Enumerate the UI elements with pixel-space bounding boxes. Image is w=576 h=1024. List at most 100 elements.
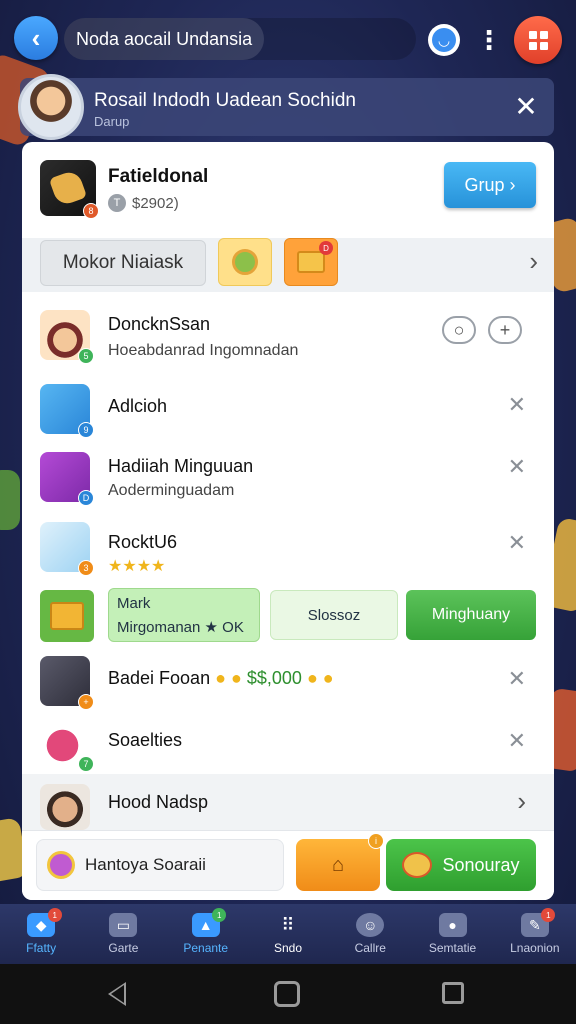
safe-icon: + xyxy=(40,656,94,710)
nav-item-ffatty[interactable]: ◆ 1 Ffatty xyxy=(0,904,82,964)
dismiss-button[interactable]: ✕ xyxy=(508,530,526,556)
reward-title: Badei Fooan xyxy=(108,668,211,688)
group-button[interactable]: Grup › xyxy=(444,162,536,208)
list-item-subtitle: Hoeabdanrad Ingomnadan xyxy=(108,342,299,359)
background-decoration xyxy=(0,470,20,530)
dismiss-button[interactable]: ✕ xyxy=(508,392,526,418)
notification-subtitle: Darup xyxy=(94,114,130,129)
nav-label: Garte xyxy=(108,941,139,955)
treasure-chest-icon: D xyxy=(40,452,94,506)
profile-row: 8 Fatieldonal T $2902) Grup › xyxy=(22,142,554,234)
coin-icon: ● ● xyxy=(306,668,334,688)
chevron-right-icon[interactable]: › xyxy=(529,246,538,277)
plus-icon: + xyxy=(499,319,511,340)
notification-badge: 1 xyxy=(47,908,62,922)
list-item-title: Soaelties xyxy=(108,730,183,750)
close-icon: ✕ xyxy=(507,666,526,691)
more-options-button[interactable]: ⋮ xyxy=(476,22,502,58)
nav-item-sndo[interactable]: ⠿ Sndo xyxy=(247,904,329,964)
coin-icon: T xyxy=(108,194,126,212)
list-item-badge: 9 xyxy=(78,422,94,438)
close-icon: ✕ xyxy=(507,454,526,479)
notification-badge: 8 xyxy=(83,203,99,219)
list-item[interactable]: 7 Soaelties ✕ xyxy=(22,712,554,774)
add-button[interactable]: + xyxy=(488,316,522,344)
system-navigation-bar xyxy=(0,964,576,1024)
avatar xyxy=(18,74,84,140)
nav-label: Sndo xyxy=(273,941,302,955)
nav-item-semtatie[interactable]: ● Semtatie xyxy=(411,904,493,964)
bottom-navigation: ◆ 1 Ffatty ▭ Garte ▲ 1 Penante ⠿ Sndo ☺ … xyxy=(0,904,576,964)
smile-icon: ◡ xyxy=(432,28,456,52)
close-icon: ✕ xyxy=(507,392,526,417)
gear-icon xyxy=(232,249,258,275)
back-button[interactable]: ‹ xyxy=(14,16,58,60)
hand-icon xyxy=(48,168,88,208)
list-item[interactable]: D Hadiiah Minguuan Aoderminguadam ✕ xyxy=(22,442,554,512)
hantoya-button[interactable]: Hantoya Soaraii xyxy=(36,839,284,891)
gold-block-icon: 9 xyxy=(40,384,94,438)
slosso-card[interactable]: Slossoz xyxy=(270,590,398,640)
nav-label: Callre xyxy=(354,941,386,955)
tool-row: Mokor Niaiask › xyxy=(22,238,554,292)
nav-label: Ffatty xyxy=(26,941,57,955)
tool-main-button[interactable]: Mokor Niaiask xyxy=(40,240,206,286)
gear-coin-button[interactable] xyxy=(218,238,272,286)
hood-row[interactable]: Hood Nadsp › xyxy=(22,774,554,830)
close-button[interactable]: ✕ xyxy=(510,90,542,122)
mark-sublabel: Mirgomanan ★ OK xyxy=(117,619,244,636)
mark-label: Mark xyxy=(117,595,151,612)
nav-item-callre[interactable]: ☺ Callre xyxy=(329,904,411,964)
profile-balance: T $2902) xyxy=(108,194,179,212)
list-item[interactable]: 5 DoncknSsan Hoeabdanrad Ingomnadan ○ + xyxy=(22,302,554,374)
briefcase-icon: ▭ xyxy=(109,913,138,937)
list-item[interactable]: 9 Adlcioh ✕ xyxy=(22,378,554,442)
nav-label: Semtatie xyxy=(428,941,477,955)
primary-action-button[interactable]: Sonouray xyxy=(386,839,536,891)
balance-amount: $2902) xyxy=(132,194,179,212)
list-item-badge: D xyxy=(78,490,94,506)
dismiss-button[interactable]: ✕ xyxy=(508,454,526,480)
notification-badge: 1 xyxy=(212,908,227,922)
top-bar: ‹ Noda aocail Undansia ◡ ⋮ xyxy=(0,0,576,78)
system-recents-icon[interactable] xyxy=(442,982,464,1004)
dismiss-button[interactable]: ✕ xyxy=(508,666,526,692)
nav-item-garte[interactable]: ▭ Garte xyxy=(82,904,164,964)
gift-box-icon xyxy=(40,590,94,642)
list-item-title: RocktU6 xyxy=(108,532,178,552)
food-icon xyxy=(402,852,433,878)
page-title: Noda aocail Undansia xyxy=(64,18,264,60)
bank-button[interactable]: ⌂ i xyxy=(296,833,384,891)
potion-icon: 7 xyxy=(40,718,94,772)
coin-icon: ● ● xyxy=(215,668,242,688)
list-item-subtitle: Aoderminguadam xyxy=(108,482,235,499)
blue-barrel-icon: 3 xyxy=(40,522,94,576)
nav-label: Penante xyxy=(183,941,229,955)
menu-grid-button[interactable] xyxy=(514,16,562,64)
gift-box-button[interactable] xyxy=(284,238,338,286)
close-icon: ✕ xyxy=(507,728,526,753)
list-item-title: DoncknSsan xyxy=(108,314,211,334)
reward-amount: $$,000 xyxy=(246,668,302,688)
list-item-title: Adlcioh xyxy=(108,396,168,416)
rating-stars: ★★★★ xyxy=(108,558,166,575)
list-item[interactable]: + Badei Fooan ● ● $$,000 ● ● ✕ xyxy=(22,650,554,712)
system-home-icon[interactable] xyxy=(274,981,300,1007)
chevron-left-icon: ‹ xyxy=(31,22,41,53)
list-item[interactable]: 3 RocktU6 ★★★★ ✕ xyxy=(22,516,554,582)
action-row: Mark Mirgomanan ★ OK Slossoz Minghuany xyxy=(22,586,554,646)
mark-card[interactable]: Mark Mirgomanan ★ OK xyxy=(108,588,260,642)
grid-icon xyxy=(528,30,548,50)
nav-item-lnaonion[interactable]: ✎ 1 Lnaonion xyxy=(494,904,576,964)
chevron-right-icon: › xyxy=(517,786,526,816)
potion-icon xyxy=(47,851,75,879)
nav-item-penante[interactable]: ▲ 1 Penante xyxy=(165,904,247,964)
system-back-icon[interactable] xyxy=(108,982,126,1006)
emoji-button[interactable]: ◡ xyxy=(428,24,460,56)
close-icon: ✕ xyxy=(507,530,526,555)
dismiss-button[interactable]: ✕ xyxy=(508,728,526,754)
list-item-badge: + xyxy=(78,694,94,710)
toggle-circle-button[interactable]: ○ xyxy=(442,316,476,344)
profile-icon: 8 xyxy=(40,160,99,219)
confirm-button[interactable]: Minghuany xyxy=(406,590,536,640)
